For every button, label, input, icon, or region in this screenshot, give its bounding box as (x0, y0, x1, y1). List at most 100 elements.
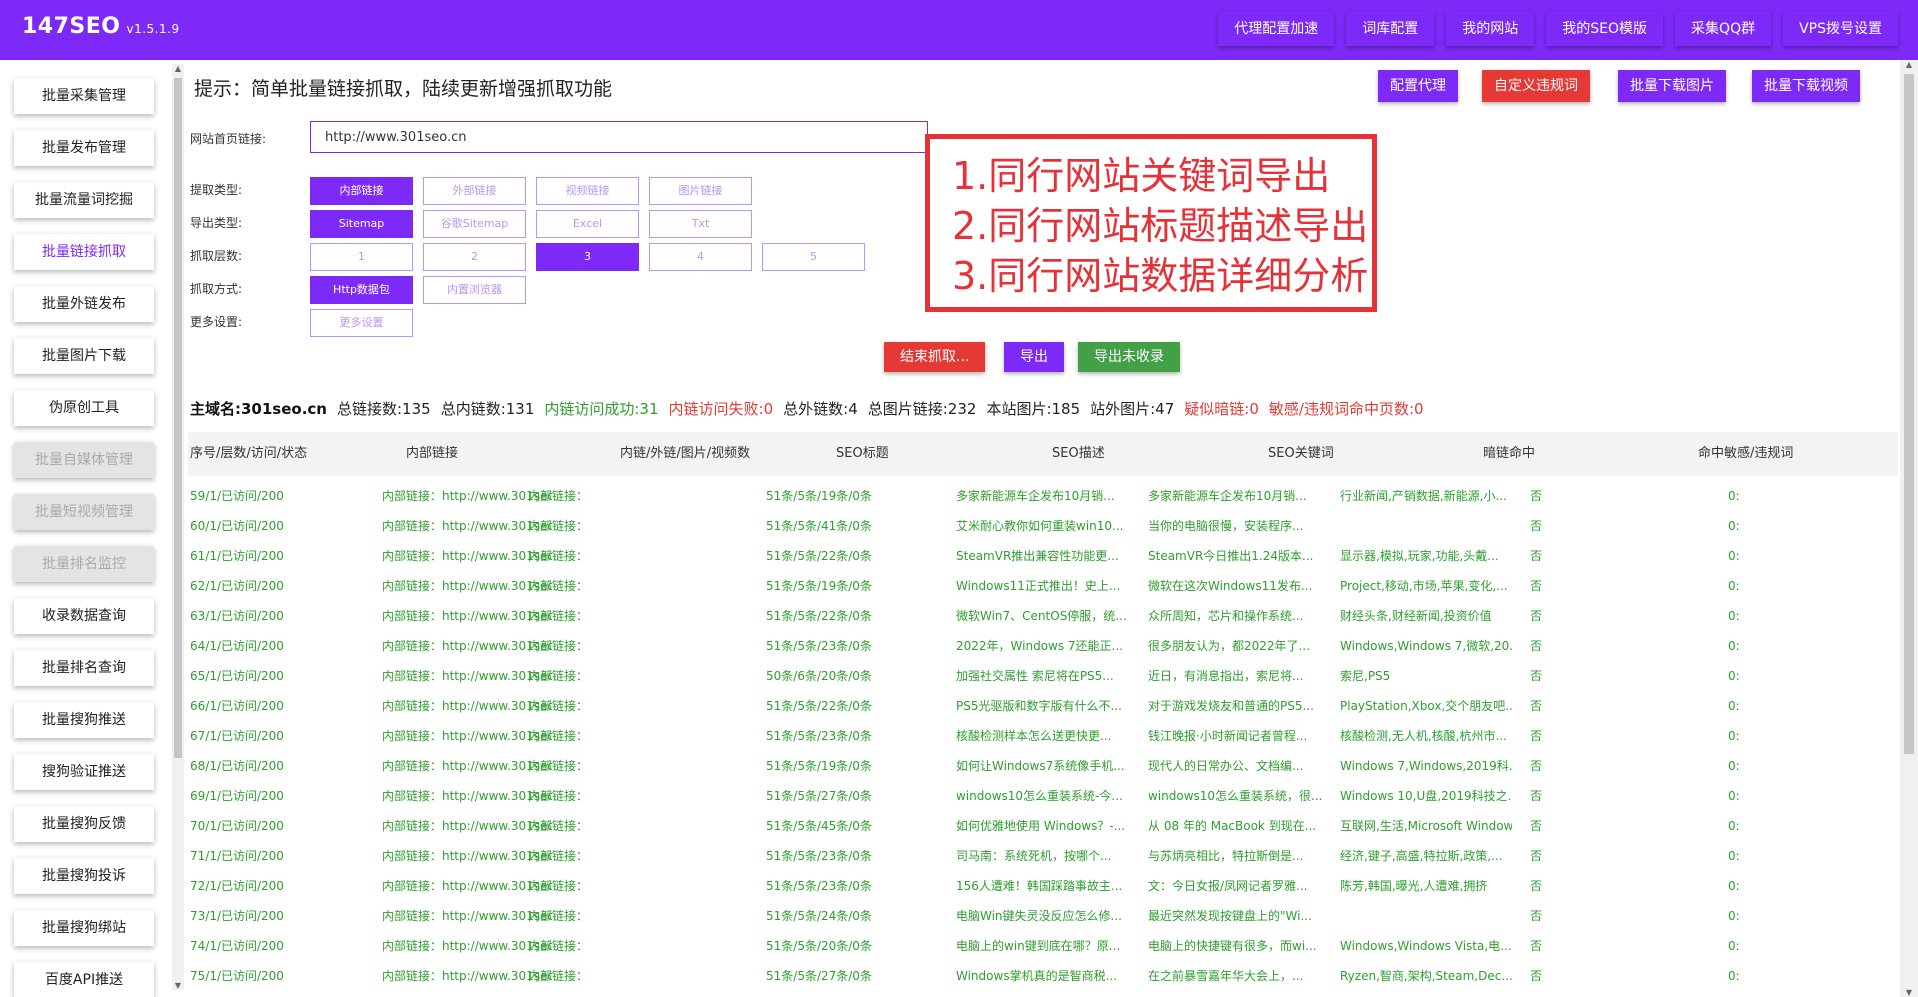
cell-sensitive: 0: (1728, 669, 1740, 683)
table-row[interactable]: 65/1/已访问/200 内部链接：http://www.301seo.cn/i内… (188, 661, 1898, 691)
cell-index: 67/1/已访问/200 (190, 729, 284, 743)
depth-2[interactable]: 2 (423, 243, 526, 271)
cell-link-counts: 51条/5条/23条/0条 (766, 729, 872, 743)
export-google-sitemap[interactable]: 谷歌Sitemap (423, 210, 526, 238)
more-settings-button[interactable]: 更多设置 (310, 309, 413, 337)
sidebar-scroll-thumb[interactable] (174, 78, 182, 758)
cell-index: 66/1/已访问/200 (190, 699, 284, 713)
depth-3[interactable]: 3 (536, 243, 639, 271)
sidebar-item-sogou-complaint[interactable]: 批量搜狗投诉 (14, 858, 154, 894)
sidebar-item-baidu-api[interactable]: 百度API推送 (14, 962, 154, 997)
table-row[interactable]: 63/1/已访问/200 内部链接：http://www.301seo.cn/i内… (188, 601, 1898, 631)
extract-external-links[interactable]: 外部链接 (423, 177, 526, 205)
table-row[interactable]: 64/1/已访问/200 内部链接：http://www.301seo.cn/i内… (188, 631, 1898, 661)
method-http[interactable]: Http数据包 (310, 276, 413, 304)
sidebar-item-index-query[interactable]: 收录数据查询 (14, 598, 154, 634)
table-row[interactable]: 70/1/已访问/200 内部链接：http://www.301seo.cn/i内… (188, 811, 1898, 841)
cell-link-counts: 51条/5条/27条/0条 (766, 969, 872, 983)
cell-seo-keywords (1340, 511, 1512, 541)
depth-1[interactable]: 1 (310, 243, 413, 271)
cell-internal-link: 内部链接：http://www.301seo.cn/i (382, 549, 552, 563)
nav-my-sites[interactable]: 我的网站 (1446, 12, 1535, 46)
cell-internal-link: 内部链接：http://www.301seo.cn/i (382, 669, 552, 683)
sidebar-item-rank-query[interactable]: 批量排名查询 (14, 650, 154, 686)
sidebar-item-link-crawl[interactable]: 批量链接抓取 (14, 234, 154, 270)
sidebar-item-external-links[interactable]: 批量外链发布 (14, 286, 154, 322)
table-row[interactable]: 68/1/已访问/200 内部链接：http://www.301seo.cn/i内… (188, 751, 1898, 781)
annotation-line-2: 2.同行网站标题描述导出 (952, 204, 1369, 248)
sidebar-item-image-download[interactable]: 批量图片下载 (14, 338, 154, 374)
sidebar-item-collect[interactable]: 批量采集管理 (14, 78, 154, 114)
sidebar-item-pseudo-original[interactable]: 伪原创工具 (14, 390, 154, 426)
page-scroll-down-icon[interactable]: ▼ (1900, 988, 1918, 997)
export-button[interactable]: 导出 (1004, 342, 1064, 372)
table-row[interactable]: 72/1/已访问/200 内部链接：http://www.301seo.cn/i内… (188, 871, 1898, 901)
table-row[interactable]: 71/1/已访问/200 内部链接：http://www.301seo.cn/i内… (188, 841, 1898, 871)
table-row[interactable]: 74/1/已访问/200 内部链接：http://www.301seo.cn/i内… (188, 931, 1898, 961)
table-row[interactable]: 69/1/已访问/200 内部链接：http://www.301seo.cn/i内… (188, 781, 1898, 811)
export-sitemap[interactable]: Sitemap (310, 210, 413, 238)
depth-5[interactable]: 5 (762, 243, 865, 271)
cell-link-counts: 51条/5条/23条/0条 (766, 639, 872, 653)
nav-lexicon-config[interactable]: 词库配置 (1346, 12, 1435, 46)
sidebar-item-sogou-push[interactable]: 批量搜狗推送 (14, 702, 154, 738)
nav-qq-group[interactable]: 采集QQ群 (1675, 12, 1772, 46)
table-row[interactable]: 67/1/已访问/200 内部链接：http://www.301seo.cn/i内… (188, 721, 1898, 751)
sidebar-item-publish[interactable]: 批量发布管理 (14, 130, 154, 166)
nav-seo-templates[interactable]: 我的SEO模版 (1546, 12, 1664, 46)
batch-download-videos-button[interactable]: 批量下载视频 (1752, 70, 1860, 102)
export-excel[interactable]: Excel (536, 210, 639, 238)
page-scroll-thumb[interactable] (1904, 74, 1914, 754)
table-row[interactable]: 59/1/已访问/200 内部链接：http://www.301seo.cn/i内… (188, 481, 1898, 511)
cell-seo-title: 加强社交属性 索尼将在PS5... (956, 669, 1114, 683)
cell-seo-keywords: 核酸检测,无人机,核酸,杭州市... (1340, 729, 1507, 743)
cell-index: 73/1/已访问/200 (190, 909, 284, 923)
cell-seo-keywords: Windows 10,U盘,2019科技之... (1340, 789, 1512, 803)
batch-download-images-button[interactable]: 批量下载图片 (1618, 70, 1726, 102)
export-txt[interactable]: Txt (649, 210, 752, 238)
stat-site-images: 本站图片:185 (986, 400, 1081, 418)
scroll-down-icon[interactable]: ▼ (172, 981, 184, 990)
cell-internal-link: 内部链接：http://www.301seo.cn/i (382, 849, 552, 863)
extract-image-links[interactable]: 图片链接 (649, 177, 752, 205)
sidebar-item-sogou-feedback[interactable]: 批量搜狗反馈 (14, 806, 154, 842)
sidebar-item-sogou-verify[interactable]: 搜狗验证推送 (14, 754, 154, 790)
cell-sensitive: 0: (1728, 909, 1740, 923)
cell-seo-keywords (1340, 901, 1512, 931)
sidebar-scrollbar[interactable]: ▲ ▼ (172, 64, 184, 990)
cell-seo-keywords: 行业新闻,产销数据,新能源,小... (1340, 489, 1507, 503)
depth-4[interactable]: 4 (649, 243, 752, 271)
cell-seo-desc: 在之前暴雪嘉年华大会上，... (1148, 969, 1304, 983)
cell-seo-keywords: Windows 7,Windows,2019科... (1340, 759, 1512, 773)
table-row[interactable]: 60/1/已访问/200 内部链接：http://www.301seo.cn/i内… (188, 511, 1898, 541)
scroll-up-icon[interactable]: ▲ (172, 64, 184, 73)
sidebar-item-sogou-bind[interactable]: 批量搜狗绑站 (14, 910, 154, 946)
table-row[interactable]: 66/1/已访问/200 内部链接：http://www.301seo.cn/i内… (188, 691, 1898, 721)
config-proxy-button[interactable]: 配置代理 (1378, 70, 1458, 102)
extract-video-links[interactable]: 视频链接 (536, 177, 639, 205)
page-scroll-up-icon[interactable]: ▲ (1900, 60, 1918, 69)
table-row[interactable]: 61/1/已访问/200 内部链接：http://www.301seo.cn/i内… (188, 541, 1898, 571)
table-row[interactable]: 75/1/已访问/200 内部链接：http://www.301seo.cn/i内… (188, 961, 1898, 991)
cell-internal-link: 内部链接：http://www.301seo.cn/i (382, 789, 552, 803)
site-url-input[interactable] (310, 121, 928, 153)
cell-seo-desc: windows10怎么重装系统，很... (1148, 789, 1323, 803)
cell-index: 65/1/已访问/200 (190, 669, 284, 683)
page-scrollbar[interactable]: ▲ ▼ (1900, 60, 1918, 997)
cell-hidden-link: 否 (1530, 669, 1543, 683)
cell-internal-link: 内部链接：http://www.301seo.cn/i (382, 969, 552, 983)
table-row[interactable]: 73/1/已访问/200 内部链接：http://www.301seo.cn/i内… (188, 901, 1898, 931)
stat-hidden-links: 疑似暗链:0 (1184, 400, 1259, 418)
method-browser[interactable]: 内置浏览器 (423, 276, 526, 304)
cell-internal-link: 内部链接：http://www.301seo.cn/i (382, 639, 552, 653)
nav-vps-settings[interactable]: VPS拨号设置 (1783, 12, 1898, 46)
cell-sensitive: 0: (1728, 759, 1740, 773)
sidebar-item-traffic-words[interactable]: 批量流量词挖掘 (14, 182, 154, 218)
stop-crawl-button[interactable]: 结束抓取... (884, 342, 986, 372)
custom-violation-words-button[interactable]: 自定义违规词 (1482, 70, 1590, 102)
table-row[interactable]: 62/1/已访问/200 内部链接：http://www.301seo.cn/i内… (188, 571, 1898, 601)
cell-seo-keywords: Project,移动,市场,苹果,变化,... (1340, 579, 1508, 593)
extract-internal-links[interactable]: 内部链接 (310, 177, 413, 205)
nav-proxy-config[interactable]: 代理配置加速 (1218, 12, 1335, 46)
export-unindexed-button[interactable]: 导出未收录 (1078, 342, 1180, 372)
